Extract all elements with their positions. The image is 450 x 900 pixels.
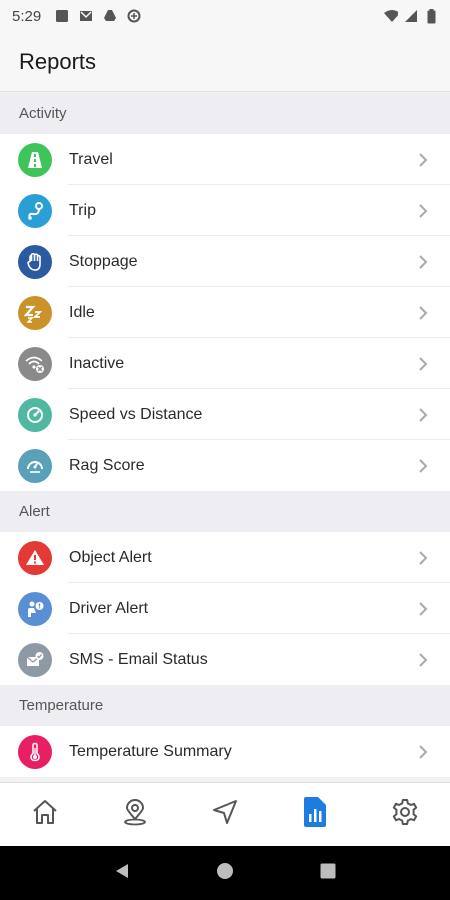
nav-location[interactable]: [105, 790, 165, 840]
nav-home[interactable]: [15, 790, 75, 840]
chevron-right-icon: [418, 254, 430, 270]
chevron-right-icon: [418, 550, 430, 566]
report-item-object-alert[interactable]: Object Alert: [0, 532, 450, 583]
chevron-right-icon: [418, 601, 430, 617]
thermometer-icon: [18, 734, 52, 769]
status-time: 5:29: [12, 7, 42, 25]
bottom-navigation: [0, 782, 450, 846]
system-navigation-bar: [0, 846, 450, 900]
report-item-idle[interactable]: Idle: [0, 287, 450, 338]
chevron-right-icon: [418, 305, 430, 321]
nav-navigate[interactable]: [195, 790, 255, 840]
recents-square-icon: [319, 862, 337, 885]
route-icon: [18, 193, 52, 228]
section-header-alert: Alert: [0, 491, 450, 532]
report-label: Driver Alert: [69, 599, 149, 617]
report-label: Object Alert: [69, 548, 152, 566]
no-signal-icon: [18, 346, 52, 381]
rag-score-icon: [18, 448, 52, 483]
warning-icon: [18, 540, 52, 575]
chevron-right-icon: [418, 152, 430, 168]
nav-reports[interactable]: [285, 790, 345, 840]
location-pin-icon: [120, 797, 150, 832]
gear-icon: [390, 797, 420, 832]
report-item-driver-alert[interactable]: Driver Alert: [0, 583, 450, 634]
system-home-button[interactable]: [205, 853, 245, 893]
page-title: Reports: [19, 48, 97, 74]
report-label: Temperature Summary: [69, 742, 232, 760]
navigation-arrow-icon: [210, 797, 240, 832]
system-recents-button[interactable]: [308, 853, 348, 893]
speed-distance-icon: [18, 397, 52, 432]
report-item-temperature-summary[interactable]: Temperature Summary: [0, 726, 450, 777]
status-bar: 5:29: [0, 0, 450, 32]
report-item-rag-score[interactable]: Rag Score: [0, 440, 450, 491]
section-header-temperature: Temperature: [0, 685, 450, 726]
report-label: Trip: [69, 201, 96, 219]
reports-list: Activity Travel Trip Stoppage Idle Inact…: [0, 93, 450, 782]
back-triangle-icon: [113, 862, 131, 885]
chevron-right-icon: [418, 652, 430, 668]
home-icon: [30, 797, 60, 832]
report-item-sms-email-status[interactable]: SMS - Email Status: [0, 634, 450, 685]
nav-settings[interactable]: [375, 790, 435, 840]
report-label: Rag Score: [69, 456, 145, 474]
signal-icon: [404, 9, 418, 23]
hand-icon: [18, 244, 52, 279]
chevron-right-icon: [418, 407, 430, 423]
section-header-activity: Activity: [0, 93, 450, 134]
notification-square-icon: [55, 9, 69, 23]
wifi-icon: [384, 9, 398, 23]
chevron-right-icon: [418, 458, 430, 474]
report-label: SMS - Email Status: [69, 650, 208, 668]
reports-icon: [302, 796, 328, 833]
report-label: Inactive: [69, 354, 125, 372]
report-item-trip[interactable]: Trip: [0, 185, 450, 236]
drive-icon: [103, 9, 117, 23]
system-back-button[interactable]: [102, 853, 142, 893]
chevron-right-icon: [418, 744, 430, 760]
app-header: Reports: [0, 32, 450, 92]
home-circle-icon: [216, 862, 234, 885]
report-label: Stoppage: [69, 252, 138, 270]
chevron-right-icon: [418, 356, 430, 372]
sleep-icon: [18, 295, 52, 330]
driver-alert-icon: [18, 591, 52, 626]
report-label: Speed vs Distance: [69, 405, 203, 423]
report-item-inactive[interactable]: Inactive: [0, 338, 450, 389]
report-label: Travel: [69, 150, 113, 168]
chevron-right-icon: [418, 203, 430, 219]
report-item-travel[interactable]: Travel: [0, 134, 450, 185]
road-icon: [18, 142, 52, 177]
report-item-speed-vs-distance[interactable]: Speed vs Distance: [0, 389, 450, 440]
sms-email-icon: [18, 642, 52, 677]
battery-icon: [424, 8, 438, 23]
report-label: Idle: [69, 303, 95, 321]
report-item-stoppage[interactable]: Stoppage: [0, 236, 450, 287]
gmail-icon: [79, 9, 93, 23]
data-saver-icon: [127, 9, 141, 23]
